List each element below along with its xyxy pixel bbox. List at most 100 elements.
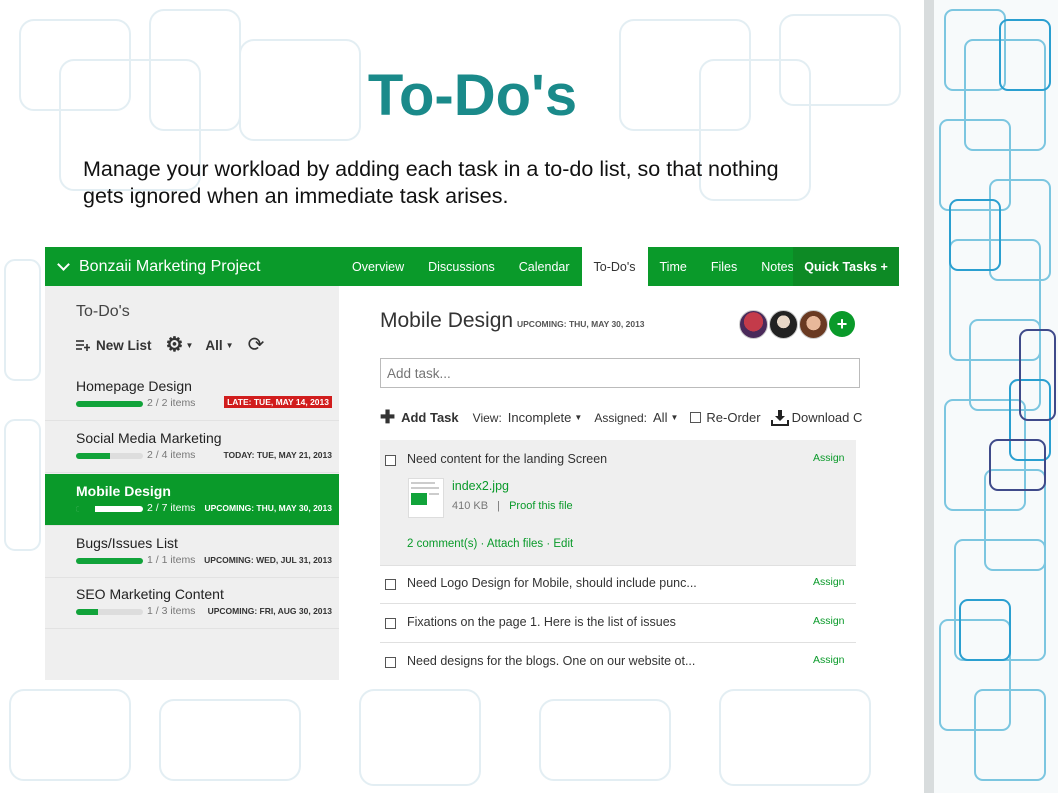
app-screenshot: Bonzaii Marketing Project Overview Discu…	[45, 247, 899, 680]
todo-lists-sidebar: To-Do's New List ⚙ ▼ All ▼ ⟳ Homepage De…	[45, 286, 339, 680]
meta-separator: |	[497, 500, 501, 512]
download-icon	[770, 409, 789, 426]
task-text: Fixations on the page 1. Here is the lis…	[407, 615, 676, 629]
due-date: TODAY: TUE, MAY 21, 2013	[223, 450, 332, 460]
sidebar-list-item[interactable]: Mobile Design 2 / 7 items UPCOMING: THU, M…	[45, 474, 339, 526]
top-nav-bar: Bonzaii Marketing Project Overview Discu…	[45, 247, 899, 286]
list-title: Mobile Design	[380, 309, 514, 332]
avatar[interactable]	[739, 310, 768, 339]
due-date: UPCOMING: FRI, AUG 30, 2013	[207, 606, 332, 616]
sidebar-list-item[interactable]: SEO Marketing Content 1 / 3 items UPCOMING…	[45, 577, 339, 629]
item-count: 1 / 3 items	[147, 605, 196, 617]
task-text: Need Logo Design for Mobile, should incl…	[407, 576, 697, 590]
list-name: Mobile Design	[76, 483, 171, 499]
project-name: Bonzaii Marketing Project	[79, 258, 261, 275]
add-task-input[interactable]	[380, 358, 860, 388]
add-member-button[interactable]: +	[829, 311, 855, 337]
view-label: View:	[472, 410, 502, 425]
task-item[interactable]: Need content for the landing Screen Assi…	[380, 440, 856, 566]
list-name: SEO Marketing Content	[76, 586, 224, 602]
nav-tabs: Overview Discussions Calendar To-Do's Ti…	[340, 247, 806, 286]
checkbox[interactable]	[690, 412, 702, 423]
sidebar-list-item[interactable]: Homepage Design 2 / 2 items LATE: TUE, MAY…	[45, 369, 339, 421]
file-thumbnail[interactable]	[408, 478, 444, 518]
add-task-button[interactable]: ✚ Add Task	[380, 407, 459, 428]
progress-fill	[76, 453, 110, 459]
assign-link[interactable]: Assign	[813, 615, 845, 627]
task-item[interactable]: Need Logo Design for Mobile, should incl…	[380, 565, 856, 604]
task-checkbox[interactable]	[385, 657, 396, 668]
progress-fill	[76, 401, 143, 407]
download-button[interactable]: Download C	[770, 409, 862, 426]
tab-calendar[interactable]: Calendar	[507, 247, 582, 286]
todo-main-panel: Mobile Design UPCOMING: THU, MAY 30, 201…	[339, 286, 899, 680]
quick-tasks-button[interactable]: Quick Tasks +	[793, 247, 899, 286]
list-add-icon	[76, 340, 90, 351]
assign-link[interactable]: Assign	[813, 576, 845, 588]
caret-down-icon: ▼	[670, 413, 679, 422]
task-text: Need designs for the blogs. One on our w…	[407, 654, 696, 668]
task-actions: 2 comment(s) · Attach files · Edit	[407, 538, 573, 550]
tab-time[interactable]: Time	[648, 247, 699, 286]
progress-fill	[76, 506, 96, 512]
tab-files[interactable]: Files	[699, 247, 749, 286]
refresh-icon[interactable]: ⟳	[248, 335, 265, 355]
progress-bar	[76, 558, 143, 564]
view-dropdown[interactable]: Incomplete ▼	[508, 410, 583, 425]
avatar[interactable]	[769, 310, 798, 339]
slide-description: Manage your workload by adding each task…	[83, 157, 779, 208]
assigned-dropdown[interactable]: All ▼	[653, 410, 678, 425]
progress-bar	[76, 453, 143, 459]
assigned-label: Assigned:	[594, 410, 648, 425]
sidebar-list-item[interactable]: Bugs/Issues List 1 / 1 items UPCOMING: WED…	[45, 526, 339, 578]
item-count: 2 / 7 items	[147, 502, 196, 514]
tab-discussions[interactable]: Discussions	[416, 247, 507, 286]
task-checkbox[interactable]	[385, 455, 396, 466]
list-name: Homepage Design	[76, 378, 192, 394]
new-list-button[interactable]: New List	[76, 338, 152, 353]
avatar[interactable]	[799, 310, 828, 339]
list-name: Social Media Marketing	[76, 430, 222, 446]
task-text: Need content for the landing Screen	[407, 452, 608, 466]
progress-bar	[76, 609, 143, 615]
file-name-link[interactable]: index2.jpg	[452, 479, 509, 493]
attach-files-link[interactable]: Attach files	[487, 538, 543, 550]
proof-file-link[interactable]: Proof this file	[509, 500, 573, 512]
assign-link[interactable]: Assign	[813, 654, 845, 666]
task-item[interactable]: Need designs for the blogs. One on our w…	[380, 643, 856, 680]
edit-link[interactable]: Edit	[553, 538, 573, 550]
item-count: 2 / 4 items	[147, 449, 196, 461]
file-meta: 410 KB | Proof this file	[452, 500, 573, 512]
caret-down-icon: ▼	[225, 340, 234, 350]
list-name: Bugs/Issues List	[76, 535, 178, 551]
progress-fill	[76, 558, 143, 564]
reorder-toggle[interactable]: Re-Order	[690, 410, 761, 425]
tab-todos[interactable]: To-Do's	[581, 247, 648, 286]
gear-icon: ⚙	[165, 334, 184, 356]
progress-bar	[76, 506, 143, 512]
assign-link[interactable]: Assign	[813, 452, 845, 464]
item-count: 2 / 2 items	[147, 397, 196, 409]
due-date: UPCOMING: WED, JUL 31, 2013	[204, 555, 332, 565]
chevron-down-icon	[57, 258, 70, 271]
sidebar-title: To-Do's	[76, 303, 130, 320]
task-checkbox[interactable]	[385, 618, 396, 629]
caret-down-icon: ▼	[185, 340, 194, 350]
due-date: LATE: TUE, MAY 14, 2013	[224, 396, 332, 408]
list-due-date: UPCOMING: THU, MAY 30, 2013	[517, 319, 645, 329]
task-filters: ✚ Add Task View: Incomplete ▼ Assigned: …	[380, 407, 862, 428]
tab-overview[interactable]: Overview	[340, 247, 416, 286]
item-count: 1 / 1 items	[147, 554, 196, 566]
due-date: UPCOMING: THU, MAY 30, 2013	[204, 503, 332, 513]
plus-icon: ✚	[380, 407, 396, 427]
filter-dropdown[interactable]: All ▼	[205, 338, 233, 353]
task-checkbox[interactable]	[385, 579, 396, 590]
project-selector[interactable]: Bonzaii Marketing Project	[57, 258, 261, 276]
file-size: 410 KB	[452, 500, 489, 512]
task-item[interactable]: Fixations on the page 1. Here is the lis…	[380, 604, 856, 643]
progress-bar	[76, 401, 143, 407]
settings-menu[interactable]: ⚙ ▼	[165, 334, 194, 356]
sidebar-list-item[interactable]: Social Media Marketing 2 / 4 items TODAY: …	[45, 421, 339, 473]
sidebar-toolbar: New List ⚙ ▼ All ▼ ⟳	[76, 334, 265, 356]
comments-link[interactable]: 2 comment(s)	[407, 538, 477, 550]
